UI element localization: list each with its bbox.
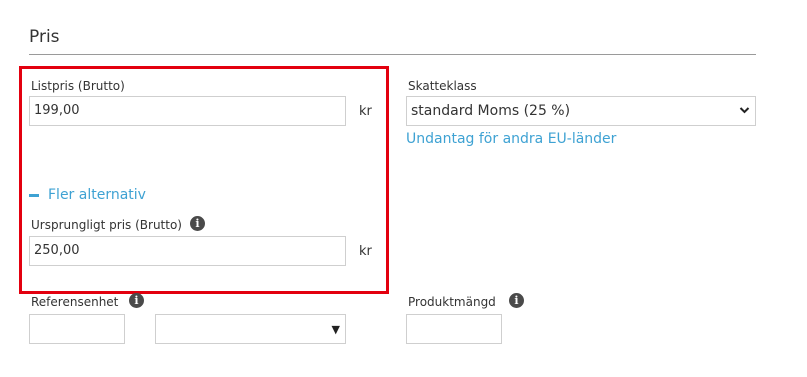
chevron-down-icon [739, 97, 750, 125]
original-price-input[interactable]: 250,00 [29, 236, 346, 266]
tax-class-select[interactable]: standard Moms (25 %) [406, 96, 756, 126]
list-price-label: Listpris (Brutto) [31, 79, 125, 93]
reference-unit-input[interactable] [29, 314, 125, 344]
reference-unit-label: Referensenhet [31, 295, 119, 309]
eu-exception-link[interactable]: Undantag för andra EU-länder [406, 131, 616, 147]
reference-unit-select[interactable]: ▼ [155, 314, 346, 344]
product-quantity-label: Produktmängd [408, 295, 496, 309]
info-icon[interactable]: i [190, 216, 205, 231]
list-price-unit: kr [359, 104, 372, 119]
original-price-unit: kr [359, 244, 372, 259]
list-price-input[interactable]: 199,00 [29, 96, 346, 126]
info-icon[interactable]: i [129, 293, 144, 308]
caret-down-icon: ▼ [331, 323, 340, 336]
info-icon[interactable]: i [509, 293, 524, 308]
tax-class-value: standard Moms (25 %) [411, 103, 571, 119]
product-quantity-input[interactable] [406, 314, 502, 344]
tax-class-label: Skatteklass [408, 79, 477, 93]
original-price-label: Ursprungligt pris (Brutto) [31, 218, 182, 232]
section-title: Pris [29, 27, 60, 47]
more-options-toggle[interactable]: Fler alternativ [29, 187, 146, 203]
more-options-label: Fler alternativ [48, 187, 146, 203]
section-divider [29, 54, 756, 55]
minus-icon [29, 193, 39, 197]
